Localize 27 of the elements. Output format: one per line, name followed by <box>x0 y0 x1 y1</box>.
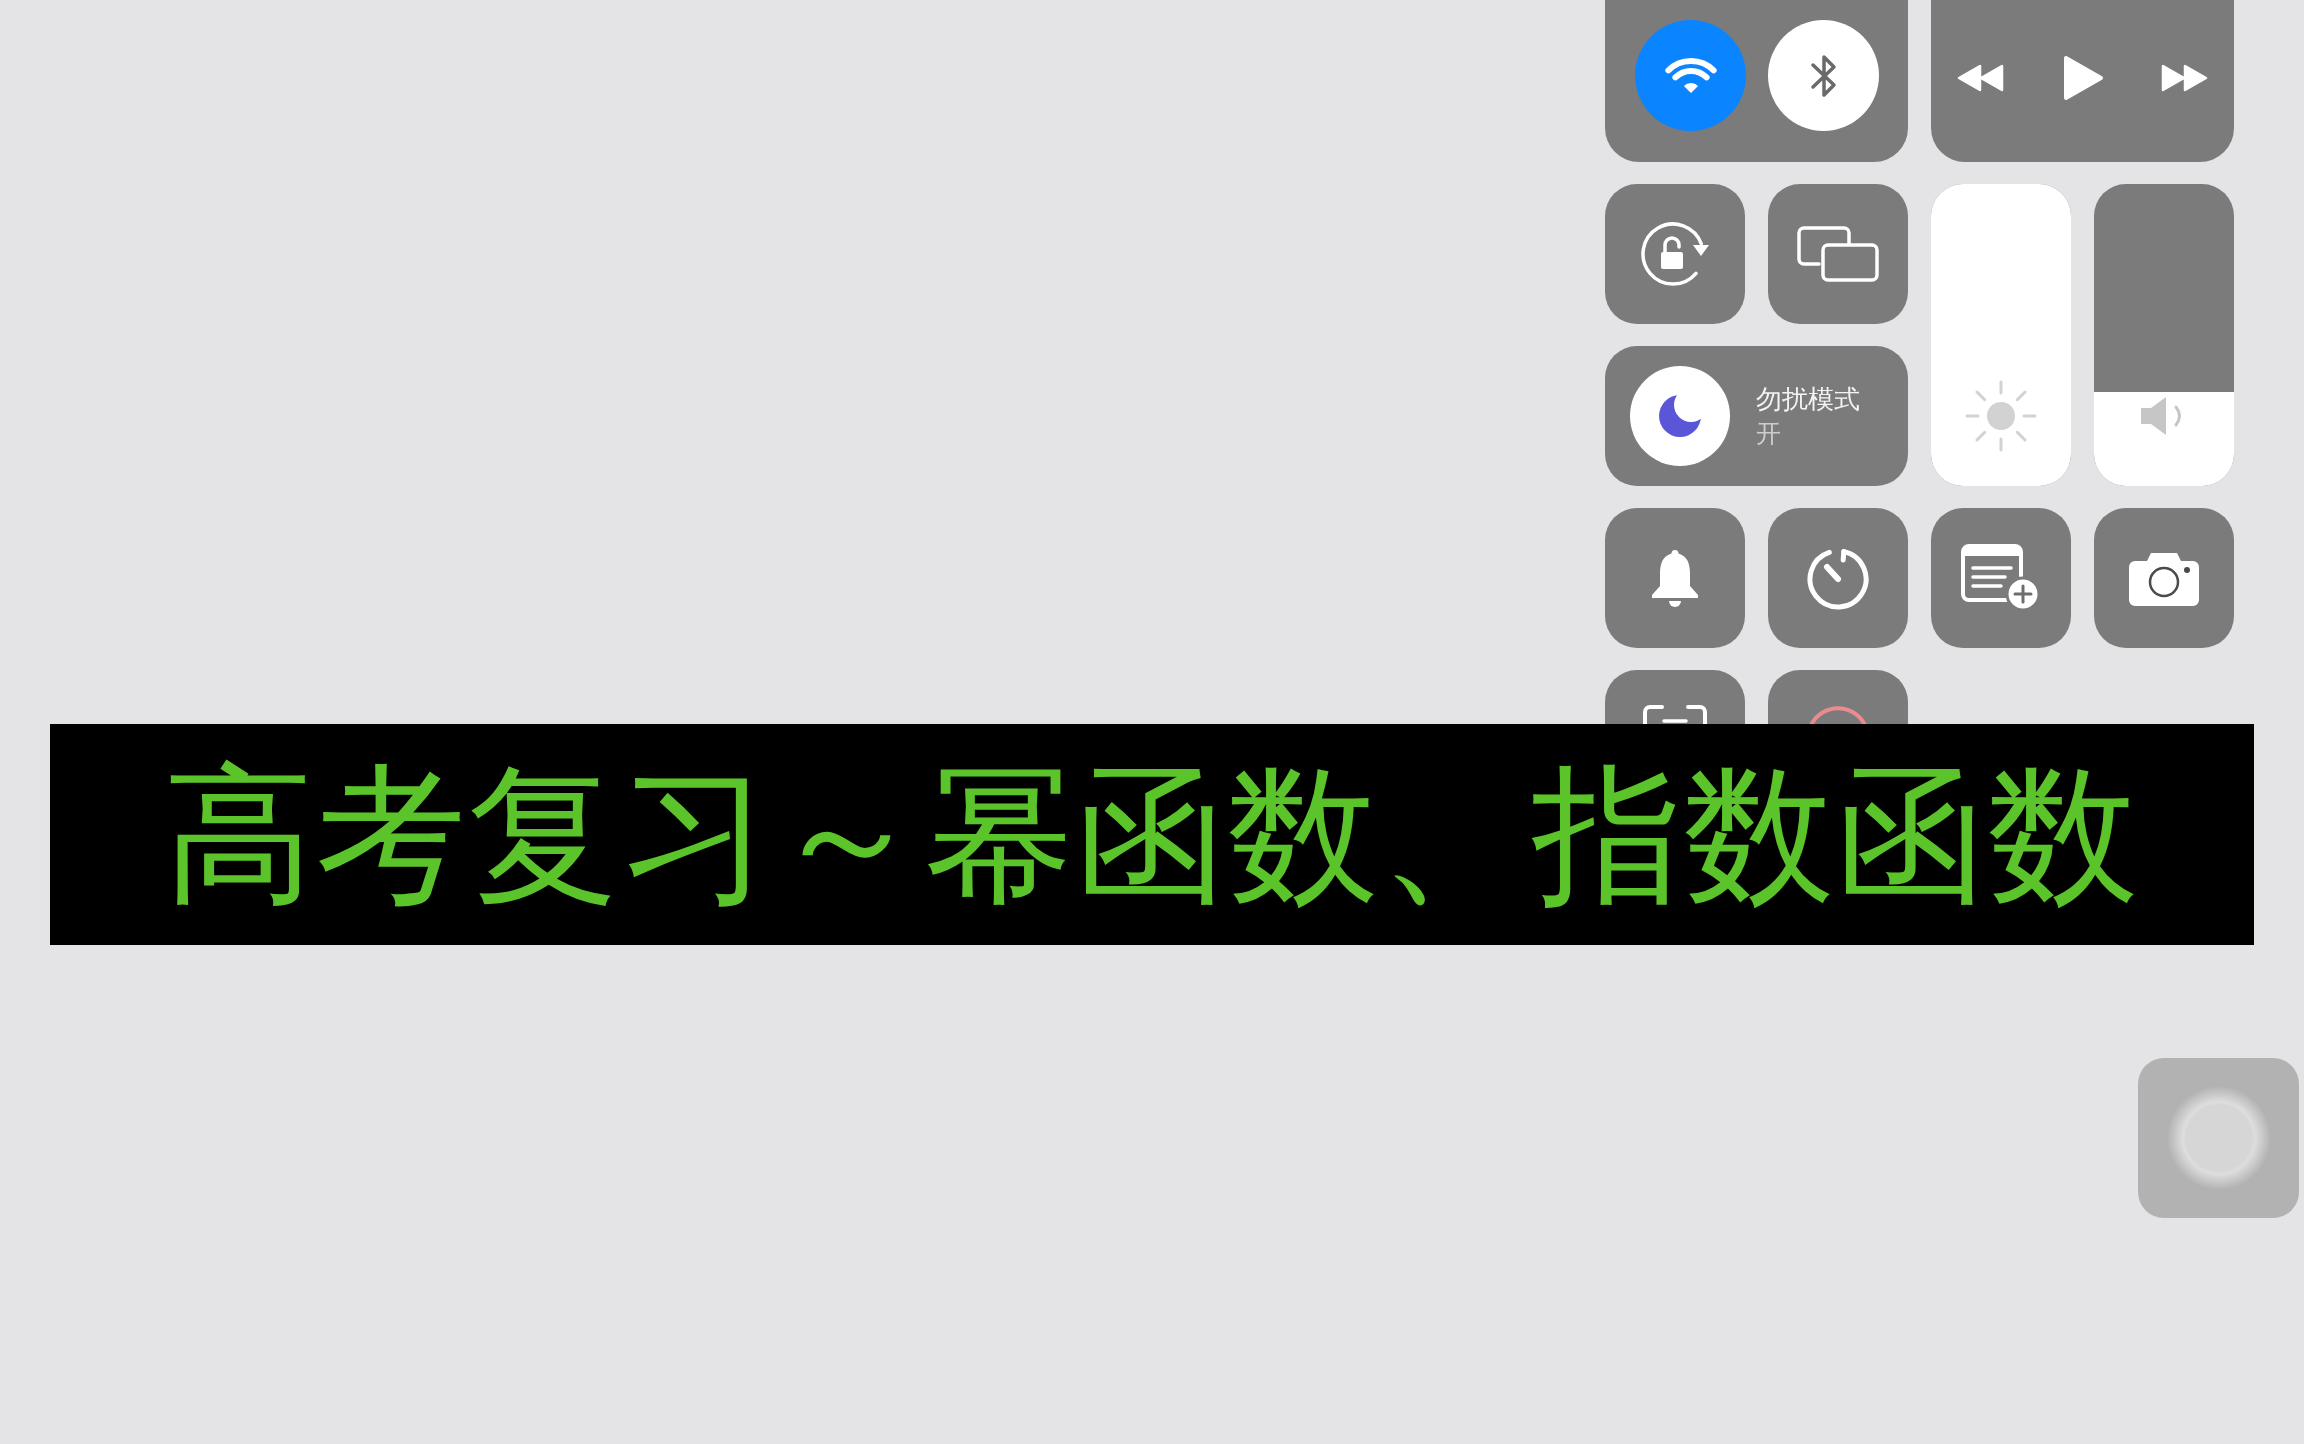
rotation-lock-icon <box>1638 219 1712 289</box>
note-add-icon <box>1961 544 2041 612</box>
wifi-icon <box>1664 56 1717 95</box>
fast-forward-button[interactable] <box>2161 64 2209 92</box>
scanner-button[interactable] <box>1605 670 1745 724</box>
camera-button[interactable] <box>2094 508 2234 648</box>
scan-frame-icon <box>1642 704 1708 724</box>
timer-button[interactable] <box>1768 508 1908 648</box>
caption-title: 高考复习～幂函数、指数函数 <box>164 759 2140 910</box>
quick-note-button[interactable] <box>1931 508 2071 648</box>
screen-mirroring-button[interactable] <box>1768 184 1908 324</box>
camera-icon <box>2129 550 2199 606</box>
sun-icon <box>1963 378 2039 454</box>
two-screens-icon <box>1797 226 1879 282</box>
fast-forward-icon <box>2161 64 2209 92</box>
dnd-label: 勿扰模式 <box>1756 383 1860 415</box>
screen-recording-button[interactable] <box>1768 670 1908 724</box>
dnd-status: 开 <box>1756 419 1781 449</box>
do-not-disturb-button[interactable]: 勿扰模式 开 <box>1605 346 1908 486</box>
rotation-lock-button[interactable] <box>1605 184 1745 324</box>
bell-button[interactable] <box>1605 508 1745 648</box>
play-icon <box>2061 55 2104 101</box>
rewind-icon <box>1956 64 2004 92</box>
play-button[interactable] <box>2061 55 2104 101</box>
volume-slider[interactable] <box>2094 184 2234 486</box>
rewind-button[interactable] <box>1956 64 2004 92</box>
brightness-slider[interactable] <box>1931 184 2071 486</box>
